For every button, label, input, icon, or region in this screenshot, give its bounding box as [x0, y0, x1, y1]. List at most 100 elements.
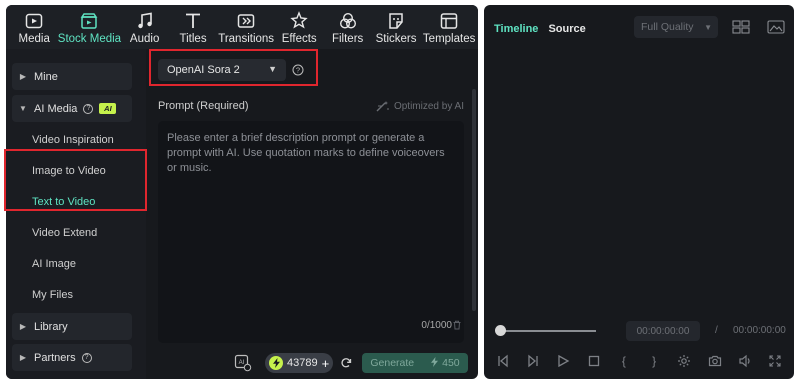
toolbar-stock-media[interactable]: Stock Media: [57, 5, 122, 49]
toolbar-filters[interactable]: Filters: [323, 5, 371, 49]
media-icon: [25, 13, 43, 29]
caret-right-icon: ▶: [19, 322, 27, 331]
sidebar: ▶ Mine ▼ AI Media ? AI Video Inspiration…: [6, 49, 146, 379]
sidebar-sub-my-files[interactable]: My Files: [32, 289, 73, 301]
mark-in-icon[interactable]: {: [615, 352, 633, 370]
generate-button[interactable]: Generate 450: [362, 353, 468, 373]
stop-icon[interactable]: [585, 352, 603, 370]
caret-down-icon: ▼: [19, 104, 27, 113]
filters-icon: [339, 12, 356, 29]
toolbar-stock-media-label: Stock Media: [57, 33, 122, 45]
model-dropdown[interactable]: OpenAI Sora 2 ▼: [158, 59, 286, 81]
ai-generation-content: OpenAI Sora 2 ▼ ? Prompt (Required) Opti…: [146, 49, 478, 379]
toolbar-titles-label: Titles: [179, 33, 207, 45]
lightning-icon: [431, 357, 439, 367]
refresh-icon[interactable]: [340, 357, 352, 369]
toolbar-titles[interactable]: Titles: [169, 5, 217, 49]
generate-cost-value: 450: [442, 357, 460, 369]
templates-icon: [440, 13, 458, 29]
stock-media-icon: [81, 13, 98, 29]
current-timecode: 00:00:00:00: [626, 321, 700, 341]
chevron-down-icon: ▼: [704, 22, 712, 32]
help-icon[interactable]: ?: [81, 352, 92, 363]
caret-right-icon: ▶: [19, 353, 27, 362]
video-preview: [484, 49, 794, 309]
text-t-icon: [186, 13, 201, 28]
play-icon[interactable]: [554, 352, 572, 370]
sidebar-item-ai-media-label: AI Media: [34, 102, 78, 115]
model-dropdown-value: OpenAI Sora 2: [167, 64, 240, 76]
toolbar-templates[interactable]: Templates: [420, 5, 478, 49]
timecode-separator: /: [715, 325, 718, 336]
magic-wand-icon: [376, 101, 389, 112]
svg-text:?: ?: [296, 66, 300, 75]
plus-icon[interactable]: +: [322, 356, 330, 371]
toolbar-media-label: Media: [18, 33, 50, 45]
settings-gear-icon[interactable]: [675, 352, 693, 370]
toolbar-media[interactable]: Media: [10, 5, 58, 49]
playback-progress-handle[interactable]: [495, 325, 506, 336]
lightning-icon: [269, 356, 283, 370]
prompt-placeholder: Please enter a brief description prompt …: [167, 132, 445, 174]
optimized-by-ai[interactable]: Optimized by AI: [376, 100, 464, 112]
music-note-icon: [137, 12, 152, 29]
credits-balance: 43789: [287, 357, 318, 369]
prompt-textarea[interactable]: Please enter a brief description prompt …: [158, 121, 464, 343]
sidebar-item-partners-label: Partners: [34, 351, 76, 364]
optimized-by-ai-label: Optimized by AI: [393, 100, 464, 112]
toolbar-transitions[interactable]: Transitions: [217, 5, 275, 49]
ai-badge: AI: [99, 103, 117, 114]
tab-source[interactable]: Source: [548, 23, 585, 35]
grid-layout-icon[interactable]: [732, 20, 750, 34]
generate-cost: 450: [430, 357, 460, 369]
tab-timeline[interactable]: Timeline: [494, 23, 538, 35]
caret-right-icon: ▶: [19, 72, 27, 81]
toolbar-templates-label: Templates: [422, 33, 476, 45]
quality-dropdown[interactable]: Full Quality ▼: [634, 16, 718, 38]
next-frame-icon[interactable]: [524, 352, 542, 370]
toolbar-effects-label: Effects: [281, 33, 317, 45]
toolbar-filters-label: Filters: [331, 33, 364, 45]
toolbar-stickers-label: Stickers: [375, 33, 417, 45]
playback-progress-track[interactable]: [498, 330, 596, 332]
sidebar-sub-text-to-video[interactable]: Text to Video: [32, 196, 95, 208]
toolbar-audio[interactable]: Audio: [120, 5, 168, 49]
sidebar-sub-ai-image[interactable]: AI Image: [32, 258, 76, 270]
sidebar-item-ai-media[interactable]: ▼ AI Media ? AI: [12, 95, 132, 122]
sidebar-sub-video-inspiration[interactable]: Video Inspiration: [32, 134, 114, 146]
ai-assist-icon[interactable]: AI: [234, 354, 252, 372]
effects-star-icon: [290, 11, 308, 29]
sidebar-item-mine[interactable]: ▶ Mine: [12, 63, 132, 90]
mark-out-icon[interactable]: }: [645, 352, 663, 370]
previous-frame-icon[interactable]: [494, 352, 512, 370]
snapshot-image-icon[interactable]: [767, 20, 785, 34]
preview-panel: Timeline Source Full Quality ▼ 00:00:00:…: [484, 5, 794, 379]
trash-icon[interactable]: [452, 320, 462, 330]
generate-bar: AI 43789 + Generate 450: [146, 349, 478, 379]
sidebar-item-library[interactable]: ▶ Library: [12, 313, 132, 340]
preview-tabs: Timeline Source: [494, 23, 586, 35]
toolbar-effects[interactable]: Effects: [275, 5, 323, 49]
sticker-icon: [389, 13, 403, 29]
playback-controls: { }: [494, 352, 784, 370]
sidebar-item-partners[interactable]: ▶ Partners ?: [12, 344, 132, 371]
toolbar-audio-label: Audio: [129, 33, 160, 45]
svg-text:AI: AI: [239, 360, 245, 366]
help-icon[interactable]: ?: [292, 64, 304, 76]
quality-value: Full Quality: [641, 21, 694, 33]
fullscreen-icon[interactable]: [766, 352, 784, 370]
toolbar-transitions-label: Transitions: [218, 33, 275, 45]
sidebar-item-mine-label: Mine: [34, 70, 58, 83]
top-toolbar: Media Stock Media Audio Titles Transitio…: [6, 5, 478, 49]
help-icon[interactable]: ?: [83, 103, 94, 114]
scrollbar[interactable]: [472, 89, 476, 311]
toolbar-stickers[interactable]: Stickers: [372, 5, 420, 49]
chevron-down-icon: ▼: [268, 64, 277, 74]
credits-pill[interactable]: 43789 +: [265, 353, 333, 373]
volume-icon[interactable]: [736, 352, 754, 370]
sidebar-sub-image-to-video[interactable]: Image to Video: [32, 165, 106, 177]
camera-snapshot-icon[interactable]: [706, 352, 724, 370]
sidebar-sub-video-extend[interactable]: Video Extend: [32, 227, 97, 239]
prompt-label: Prompt (Required): [158, 100, 249, 112]
sidebar-item-library-label: Library: [34, 320, 68, 333]
